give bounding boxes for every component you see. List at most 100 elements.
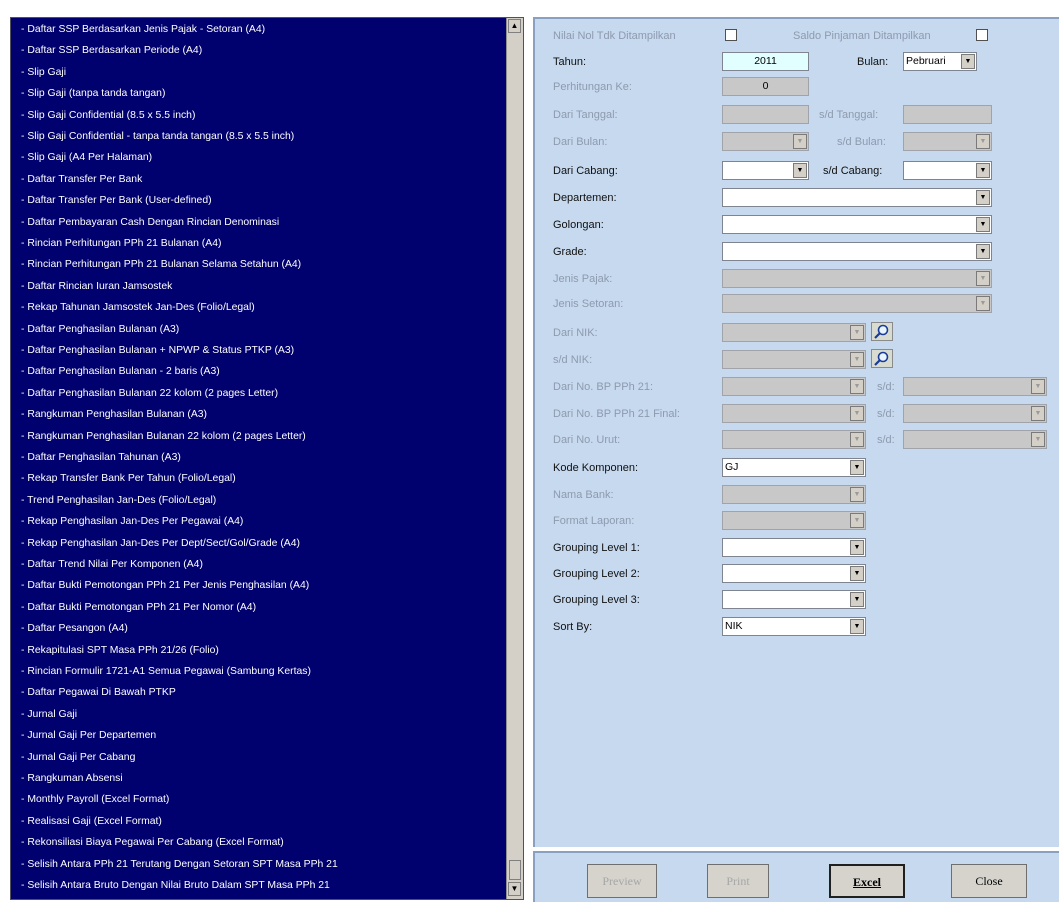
saldo-pinjaman-checkbox[interactable] xyxy=(976,29,988,41)
list-item[interactable]: - Daftar Pegawai Di Bawah PTKP xyxy=(11,682,507,703)
list-item[interactable]: - Daftar Penghasilan Bulanan 22 kolom (2… xyxy=(11,383,507,404)
chevron-down-icon[interactable]: ▼ xyxy=(850,513,864,528)
tahun-input[interactable]: 2011 xyxy=(722,52,809,71)
list-item[interactable]: - Trend Penghasilan Jan-Des (Folio/Legal… xyxy=(11,490,507,511)
list-item[interactable]: - Selisih Antara PPh 21 Terutang Dengan … xyxy=(11,854,507,875)
chevron-down-icon[interactable]: ▼ xyxy=(850,592,864,607)
grade-select[interactable]: ▼ xyxy=(722,242,992,261)
list-item[interactable]: - Rincian Formulir 1721-A1 Semua Pegawai… xyxy=(11,661,507,682)
dari-bulan-select[interactable]: ▼ xyxy=(722,132,809,151)
chevron-down-icon[interactable]: ▼ xyxy=(850,432,864,447)
chevron-down-icon[interactable]: ▼ xyxy=(850,352,864,367)
report-list[interactable]: - Daftar SSP Berdasarkan Jenis Pajak - S… xyxy=(11,18,507,899)
perhitungan-ke-input[interactable]: 0 xyxy=(722,77,809,96)
list-item[interactable]: - Daftar Transfer Per Bank xyxy=(11,169,507,190)
nama-bank-select[interactable]: ▼ xyxy=(722,485,866,504)
departemen-select[interactable]: ▼ xyxy=(722,188,992,207)
grouping3-select[interactable]: ▼ xyxy=(722,590,866,609)
list-item[interactable]: - Daftar Penghasilan Tahunan (A3) xyxy=(11,447,507,468)
list-item[interactable]: - Rekap Penghasilan Jan-Des Per Dept/Sec… xyxy=(11,533,507,554)
chevron-down-icon[interactable]: ▼ xyxy=(976,217,990,232)
sd-urut-select[interactable]: ▼ xyxy=(903,430,1047,449)
list-item[interactable]: - Selisih Antara Bruto Dengan Nilai Brut… xyxy=(11,875,507,896)
dari-cabang-select[interactable]: ▼ xyxy=(722,161,809,180)
chevron-down-icon[interactable]: ▼ xyxy=(850,406,864,421)
search-icon[interactable] xyxy=(871,349,893,368)
preview-button[interactable]: Preview xyxy=(587,864,657,898)
list-item[interactable]: - Daftar Penghasilan Bulanan - 2 baris (… xyxy=(11,361,507,382)
jenis-pajak-select[interactable]: ▼ xyxy=(722,269,992,288)
chevron-down-icon[interactable]: ▼ xyxy=(976,190,990,205)
list-item[interactable]: - Rekonsiliasi Biaya Pegawai Per Cabang … xyxy=(11,832,507,853)
grouping2-select[interactable]: ▼ xyxy=(722,564,866,583)
list-item[interactable]: - Daftar Trend Nilai Per Komponen (A4) xyxy=(11,554,507,575)
dari-bp-select[interactable]: ▼ xyxy=(722,377,866,396)
list-item[interactable]: - Daftar Rincian Iuran Jamsostek xyxy=(11,276,507,297)
scroll-down-button[interactable]: ▼ xyxy=(508,882,521,896)
chevron-down-icon[interactable]: ▼ xyxy=(850,566,864,581)
chevron-down-icon[interactable]: ▼ xyxy=(793,134,807,149)
chevron-down-icon[interactable]: ▼ xyxy=(1031,406,1045,421)
scroll-up-button[interactable]: ▲ xyxy=(508,19,521,33)
jenis-setoran-select[interactable]: ▼ xyxy=(722,294,992,313)
chevron-down-icon[interactable]: ▼ xyxy=(1031,432,1045,447)
list-item[interactable]: - Slip Gaji Confidential - tanpa tanda t… xyxy=(11,126,507,147)
format-laporan-select[interactable]: ▼ xyxy=(722,511,866,530)
list-item[interactable]: - Jurnal Gaji Per Departemen xyxy=(11,725,507,746)
chevron-down-icon[interactable]: ▼ xyxy=(793,163,807,178)
chevron-down-icon[interactable]: ▼ xyxy=(850,487,864,502)
list-item[interactable]: - Rekap Transfer Bank Per Tahun (Folio/L… xyxy=(11,468,507,489)
list-item[interactable]: - Daftar Pembayaran Cash Dengan Rincian … xyxy=(11,212,507,233)
nilai-nol-checkbox[interactable] xyxy=(725,29,737,41)
dari-nik-select[interactable]: ▼ xyxy=(722,323,866,342)
chevron-down-icon[interactable]: ▼ xyxy=(976,244,990,259)
list-item[interactable]: - Rekap Tahunan Jamsostek Jan-Des (Folio… xyxy=(11,297,507,318)
list-item[interactable]: - Daftar Penghasilan Bulanan (A3) xyxy=(11,319,507,340)
grouping1-select[interactable]: ▼ xyxy=(722,538,866,557)
kode-komponen-select[interactable]: GJ ▼ xyxy=(722,458,866,477)
chevron-down-icon[interactable]: ▼ xyxy=(961,54,975,69)
sd-bp-final-select[interactable]: ▼ xyxy=(903,404,1047,423)
list-item[interactable]: - Selisih Antara Nilai Perhitungan Denga… xyxy=(11,896,507,899)
dari-bp-final-select[interactable]: ▼ xyxy=(722,404,866,423)
sd-nik-select[interactable]: ▼ xyxy=(722,350,866,369)
list-item[interactable]: - Daftar Transfer Per Bank (User-defined… xyxy=(11,190,507,211)
list-item[interactable]: - Daftar Bukti Pemotongan PPh 21 Per Jen… xyxy=(11,575,507,596)
list-item[interactable]: - Slip Gaji (A4 Per Halaman) xyxy=(11,147,507,168)
list-item[interactable]: - Daftar Penghasilan Bulanan + NPWP & St… xyxy=(11,340,507,361)
list-item[interactable]: - Rekap Penghasilan Jan-Des Per Pegawai … xyxy=(11,511,507,532)
list-item[interactable]: - Realisasi Gaji (Excel Format) xyxy=(11,811,507,832)
chevron-down-icon[interactable]: ▼ xyxy=(850,619,864,634)
chevron-down-icon[interactable]: ▼ xyxy=(976,134,990,149)
list-item[interactable]: - Daftar SSP Berdasarkan Periode (A4) xyxy=(11,40,507,61)
chevron-down-icon[interactable]: ▼ xyxy=(850,460,864,475)
excel-button[interactable]: Excel xyxy=(829,864,905,898)
sort-by-select[interactable]: NIK ▼ xyxy=(722,617,866,636)
sd-tanggal-input[interactable] xyxy=(903,105,992,124)
search-icon[interactable] xyxy=(871,322,893,341)
list-item[interactable]: - Rangkuman Penghasilan Bulanan 22 kolom… xyxy=(11,426,507,447)
golongan-select[interactable]: ▼ xyxy=(722,215,992,234)
list-item[interactable]: - Slip Gaji Confidential (8.5 x 5.5 inch… xyxy=(11,105,507,126)
scrollbar-thumb[interactable] xyxy=(509,860,521,880)
close-button[interactable]: Close xyxy=(951,864,1027,898)
list-item[interactable]: - Rincian Perhitungan PPh 21 Bulanan (A4… xyxy=(11,233,507,254)
chevron-down-icon[interactable]: ▼ xyxy=(1031,379,1045,394)
chevron-down-icon[interactable]: ▼ xyxy=(976,163,990,178)
list-item[interactable]: - Jurnal Gaji Per Cabang xyxy=(11,747,507,768)
list-item[interactable]: - Rekapitulasi SPT Masa PPh 21/26 (Folio… xyxy=(11,640,507,661)
chevron-down-icon[interactable]: ▼ xyxy=(850,325,864,340)
list-item[interactable]: - Daftar SSP Berdasarkan Jenis Pajak - S… xyxy=(11,19,507,40)
chevron-down-icon[interactable]: ▼ xyxy=(850,540,864,555)
sd-bp-select[interactable]: ▼ xyxy=(903,377,1047,396)
bulan-select[interactable]: Pebruari ▼ xyxy=(903,52,977,71)
list-item[interactable]: - Jurnal Gaji xyxy=(11,704,507,725)
report-list-scrollbar[interactable]: ▲ ▼ xyxy=(506,18,523,899)
list-item[interactable]: - Rangkuman Absensi xyxy=(11,768,507,789)
dari-urut-select[interactable]: ▼ xyxy=(722,430,866,449)
chevron-down-icon[interactable]: ▼ xyxy=(976,271,990,286)
list-item[interactable]: - Rincian Perhitungan PPh 21 Bulanan Sel… xyxy=(11,254,507,275)
dari-tanggal-input[interactable] xyxy=(722,105,809,124)
list-item[interactable]: - Daftar Pesangon (A4) xyxy=(11,618,507,639)
list-item[interactable]: - Slip Gaji (tanpa tanda tangan) xyxy=(11,83,507,104)
